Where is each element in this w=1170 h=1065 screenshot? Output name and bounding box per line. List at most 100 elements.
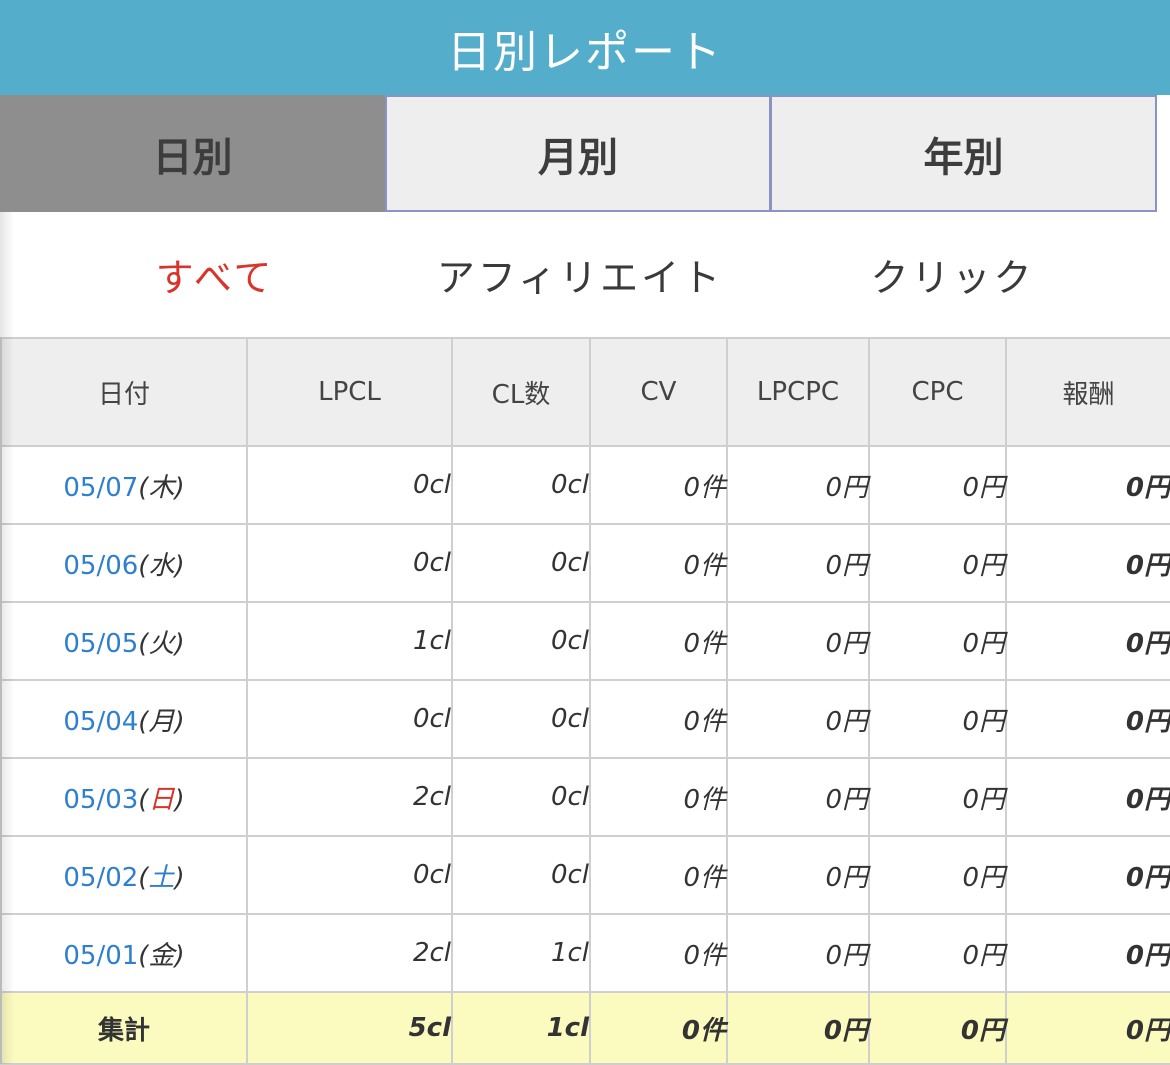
tab-daily[interactable]: 日別 <box>0 95 385 212</box>
lpcl-cell: 0cl <box>246 523 453 603</box>
day-of-week: 日 <box>148 784 175 815</box>
total-row: 集計 5cl 1cl 0件 0円 0円 0円 <box>0 991 1170 1065</box>
lpcpc-cell: 0円 <box>726 913 870 993</box>
date-link[interactable]: 05/06 <box>63 551 138 581</box>
lpcpc-cell: 0円 <box>726 445 870 525</box>
lpcl-cell: 2cl <box>246 913 453 993</box>
total-cv: 0件 <box>589 991 728 1065</box>
column-header-lpcl: LPCL <box>246 337 453 447</box>
lpcl-cell: 1cl <box>246 601 453 681</box>
day-of-week: 水 <box>148 550 175 581</box>
cpc-cell: 0円 <box>868 601 1007 681</box>
date-cell: 05/05(火) <box>0 601 248 681</box>
reward-cell: 0円 <box>1005 757 1170 837</box>
table-row: 05/04(月) 0cl 0cl 0件 0円 0円 0円 <box>0 679 1170 759</box>
cl-cell: 0cl <box>451 601 591 681</box>
date-link[interactable]: 05/03 <box>63 785 138 815</box>
period-tabs: 日別 月別 年別 <box>0 95 1170 212</box>
reward-cell: 0円 <box>1005 835 1170 915</box>
day-of-week: 木 <box>148 472 175 503</box>
tab-yearly-label: 年別 <box>923 134 1004 181</box>
tab-daily-label: 日別 <box>152 134 233 181</box>
date-cell: 05/06(水) <box>0 523 248 603</box>
cv-cell: 0件 <box>589 679 728 759</box>
reward-cell: 0円 <box>1005 523 1170 603</box>
column-header-date: 日付 <box>0 337 248 447</box>
table-row: 05/07(木) 0cl 0cl 0件 0円 0円 0円 <box>0 445 1170 525</box>
lpcl-cell: 2cl <box>246 757 453 837</box>
date-cell: 05/02(土) <box>0 835 248 915</box>
table-row: 05/02(土) 0cl 0cl 0件 0円 0円 0円 <box>0 835 1170 915</box>
date-cell: 05/04(月) <box>0 679 248 759</box>
total-label: 集計 <box>0 991 248 1065</box>
filter-affiliate[interactable]: アフィリエイト <box>420 212 740 337</box>
day-of-week: 金 <box>148 940 175 971</box>
table-row: 05/03(日) 2cl 0cl 0件 0円 0円 0円 <box>0 757 1170 837</box>
cpc-cell: 0円 <box>868 445 1007 525</box>
date-link[interactable]: 05/02 <box>63 863 138 893</box>
total-cpc: 0円 <box>868 991 1007 1065</box>
lpcl-cell: 0cl <box>246 445 453 525</box>
lpcpc-cell: 0円 <box>726 601 870 681</box>
cl-cell: 0cl <box>451 445 591 525</box>
cl-cell: 1cl <box>451 913 591 993</box>
cpc-cell: 0円 <box>868 757 1007 837</box>
filter-all-label: すべて <box>155 256 275 300</box>
cpc-cell: 0円 <box>868 679 1007 759</box>
column-header-reward: 報酬 <box>1005 337 1170 447</box>
total-lpcpc: 0円 <box>726 991 870 1065</box>
date-link[interactable]: 05/05 <box>63 629 138 659</box>
day-of-week: 月 <box>148 706 175 737</box>
page-header: 日別レポート <box>0 0 1170 95</box>
lpcl-cell: 0cl <box>246 835 453 915</box>
table-row: 05/01(金) 2cl 1cl 0件 0円 0円 0円 <box>0 913 1170 993</box>
lpcpc-cell: 0円 <box>726 835 870 915</box>
date-link[interactable]: 05/04 <box>63 707 138 737</box>
lpcpc-cell: 0円 <box>726 757 870 837</box>
cl-cell: 0cl <box>451 679 591 759</box>
tab-monthly-label: 月別 <box>538 134 618 181</box>
daily-report-table: 日付 LPCL CL数 CV LPCPC CPC 報酬 05/07(木) 0cl… <box>0 337 1170 1065</box>
cv-cell: 0件 <box>589 601 728 681</box>
column-header-cl: CL数 <box>451 337 591 447</box>
filter-all[interactable]: すべて <box>90 212 340 337</box>
filter-click-label: クリック <box>870 256 1035 300</box>
filter-tabs: すべて アフィリエイト クリック <box>0 212 1170 337</box>
cpc-cell: 0円 <box>868 913 1007 993</box>
lpcpc-cell: 0円 <box>726 679 870 759</box>
page-title: 日別レポート <box>447 26 723 78</box>
day-of-week: 火 <box>148 628 175 659</box>
table-header-row: 日付 LPCL CL数 CV LPCPC CPC 報酬 <box>0 337 1170 447</box>
total-reward: 0円 <box>1005 991 1170 1065</box>
column-header-cv: CV <box>589 337 728 447</box>
cl-cell: 0cl <box>451 523 591 603</box>
table-row: 05/06(水) 0cl 0cl 0件 0円 0円 0円 <box>0 523 1170 603</box>
date-link[interactable]: 05/07 <box>63 473 138 503</box>
date-cell: 05/03(日) <box>0 757 248 837</box>
cv-cell: 0件 <box>589 757 728 837</box>
reward-cell: 0円 <box>1005 679 1170 759</box>
tab-monthly[interactable]: 月別 <box>385 95 771 212</box>
total-lpcl: 5cl <box>246 991 453 1065</box>
lpcpc-cell: 0円 <box>726 523 870 603</box>
filter-affiliate-label: アフィリエイト <box>436 256 724 300</box>
cv-cell: 0件 <box>589 835 728 915</box>
reward-cell: 0円 <box>1005 445 1170 525</box>
cl-cell: 0cl <box>451 757 591 837</box>
total-cl: 1cl <box>451 991 591 1065</box>
filter-click[interactable]: クリック <box>830 212 1075 337</box>
column-header-lpcpc: LPCPC <box>726 337 870 447</box>
date-link[interactable]: 05/01 <box>63 941 138 971</box>
date-cell: 05/01(金) <box>0 913 248 993</box>
reward-cell: 0円 <box>1005 601 1170 681</box>
cv-cell: 0件 <box>589 523 728 603</box>
table-row: 05/05(火) 1cl 0cl 0件 0円 0円 0円 <box>0 601 1170 681</box>
reward-cell: 0円 <box>1005 913 1170 993</box>
date-cell: 05/07(木) <box>0 445 248 525</box>
cpc-cell: 0円 <box>868 523 1007 603</box>
tab-yearly[interactable]: 年別 <box>770 95 1157 212</box>
column-header-cpc: CPC <box>868 337 1007 447</box>
cpc-cell: 0円 <box>868 835 1007 915</box>
cl-cell: 0cl <box>451 835 591 915</box>
cv-cell: 0件 <box>589 445 728 525</box>
